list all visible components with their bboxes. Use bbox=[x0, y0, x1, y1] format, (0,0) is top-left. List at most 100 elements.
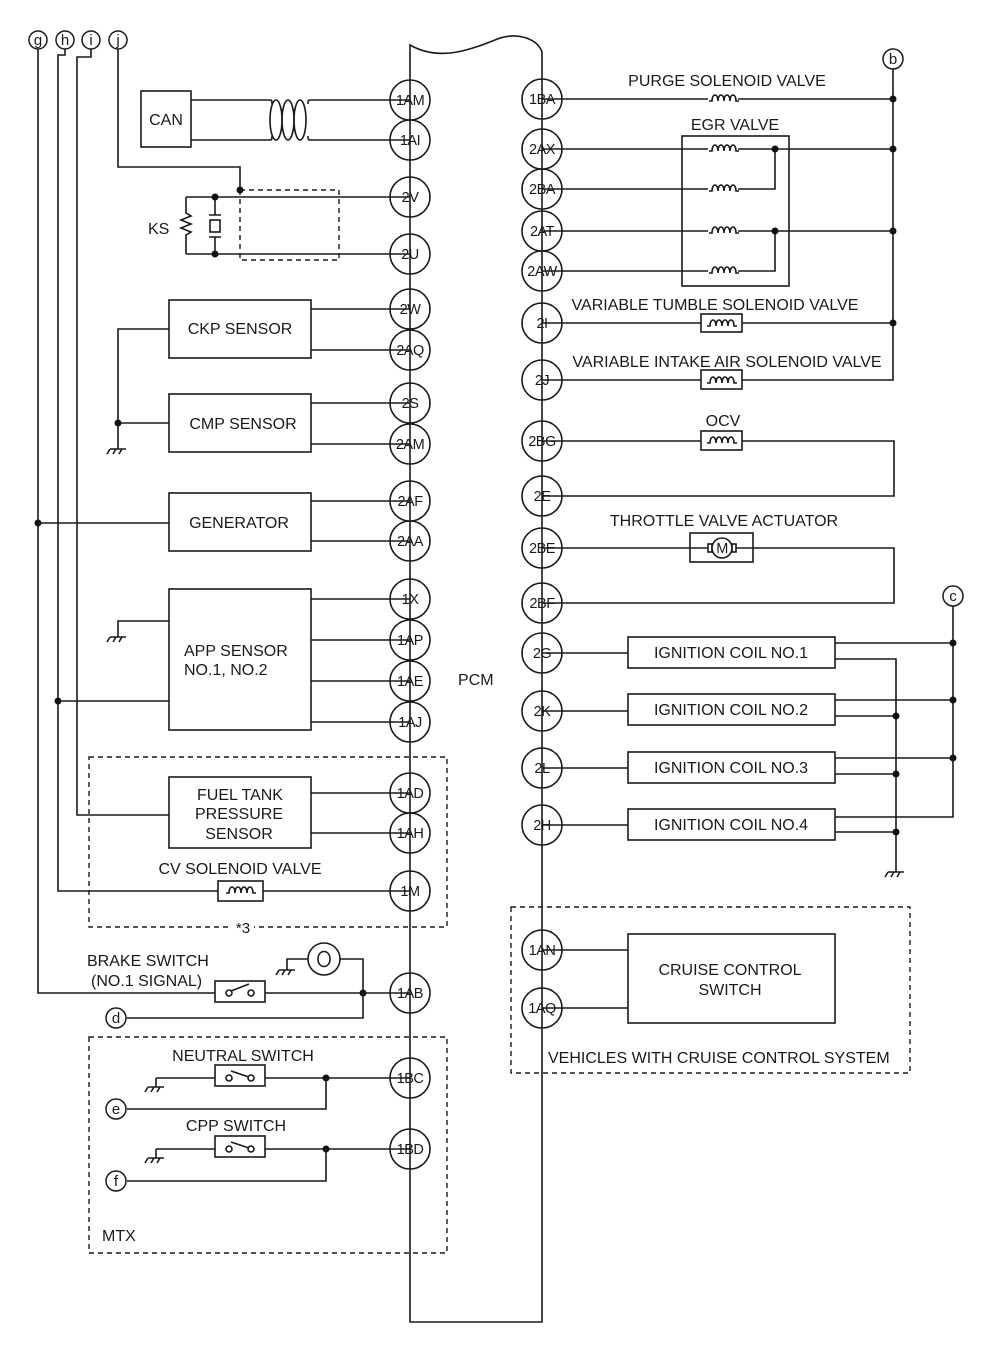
ignition-coil-4-label: IGNITION COIL NO.4 bbox=[654, 817, 808, 834]
group-3-note: *3 bbox=[236, 920, 250, 937]
wire-h bbox=[57, 49, 215, 892]
connector-label: 1AQ bbox=[528, 1001, 556, 1017]
cruise-label-2: SWITCH bbox=[698, 982, 761, 999]
connector-label: 2U bbox=[401, 247, 419, 263]
connector-label: 2AQ bbox=[396, 343, 424, 359]
intake-solenoid: VARIABLE INTAKE AIR SOLENOID VALVE bbox=[542, 354, 882, 390]
connector-label: 1AH bbox=[397, 826, 424, 842]
ref-tag-c-label: c bbox=[949, 588, 957, 605]
connector-label: 2BE bbox=[529, 541, 556, 557]
evap-group: *3 FUEL TANK PRESSURE SENSOR CV SOLENOID… bbox=[88, 756, 448, 937]
switch-icon bbox=[214, 1064, 266, 1087]
connector-label: 1X bbox=[402, 592, 420, 608]
connector-label: 1AD bbox=[397, 786, 424, 802]
ground-icon bbox=[144, 1086, 165, 1093]
connector-label: 2E bbox=[534, 489, 552, 505]
cmp-label: CMP SENSOR bbox=[189, 416, 296, 433]
brake-switch: BRAKE SWITCH (NO.1 SIGNAL) d bbox=[87, 942, 410, 1029]
ignition-coil-2: IGNITION COIL NO.2 bbox=[542, 693, 957, 726]
connector-label: 1AB bbox=[397, 986, 423, 1002]
mtx-label: MTX bbox=[102, 1228, 136, 1245]
switch-icon bbox=[214, 1135, 266, 1158]
cmp-sensor: CMP SENSOR bbox=[168, 393, 410, 453]
ignition-coil-1-label: IGNITION COIL NO.1 bbox=[654, 645, 808, 662]
connector-label: 2AA bbox=[397, 534, 424, 550]
ground-icon bbox=[275, 969, 296, 976]
ref-tag-b-label: b bbox=[889, 51, 897, 68]
twisted-pair-icon bbox=[267, 99, 313, 141]
ref-tag-g-label: g bbox=[34, 32, 42, 49]
can-label: CAN bbox=[149, 112, 183, 129]
wire-i bbox=[76, 49, 170, 816]
ignition-coil-1: IGNITION COIL NO.1 bbox=[542, 636, 957, 669]
connector-label: 2AM bbox=[396, 437, 424, 453]
egr-valve: EGR VALVE bbox=[542, 117, 893, 287]
connector-label: 1AP bbox=[397, 633, 423, 649]
connector-label: 2AX bbox=[529, 142, 556, 158]
connector-label: 1BA bbox=[529, 92, 556, 108]
throttle-actuator: THROTTLE VALVE ACTUATOR M bbox=[542, 513, 895, 604]
connector-label: 2AF bbox=[397, 494, 423, 510]
ignition-coil-3: IGNITION COIL NO.3 bbox=[542, 751, 957, 784]
resistor-icon bbox=[178, 197, 194, 254]
ref-tag-e-label: e bbox=[112, 1101, 120, 1118]
connector-label: 1BD bbox=[397, 1142, 424, 1158]
ref-tag-j-label: j bbox=[115, 32, 119, 49]
ground-icon bbox=[884, 871, 905, 878]
app-label-1: APP SENSOR bbox=[184, 643, 288, 660]
cv-solenoid-label: CV SOLENOID VALVE bbox=[158, 861, 321, 878]
ignition-coil-4: IGNITION COIL NO.4 bbox=[542, 808, 900, 841]
neutral-switch-label: NEUTRAL SWITCH bbox=[172, 1048, 314, 1065]
connector-label: 2BG bbox=[528, 434, 556, 450]
pcm-label: PCM bbox=[458, 672, 494, 689]
ignition-coils: c IGNITION COIL NO.1 IGNITION COIL NO.2 … bbox=[542, 585, 964, 878]
throttle-label: THROTTLE VALVE ACTUATOR bbox=[610, 513, 838, 530]
cruise-label-1: CRUISE CONTROL bbox=[658, 962, 801, 979]
connector-label: 2BA bbox=[529, 182, 556, 198]
solenoid-coil-icon bbox=[708, 266, 740, 274]
app-sensor: APP SENSOR NO.1, NO.2 bbox=[106, 588, 410, 731]
ref-tag-i-label: i bbox=[89, 32, 92, 49]
ground-icon bbox=[144, 1157, 165, 1164]
motor-label: M bbox=[716, 541, 728, 557]
ground-icon bbox=[106, 448, 127, 455]
ref-tag-h-label: h bbox=[61, 32, 69, 49]
connector-label: 2W bbox=[400, 302, 422, 318]
connector-label: 1M bbox=[400, 884, 419, 900]
cruise-group-label: VEHICLES WITH CRUISE CONTROL SYSTEM bbox=[548, 1050, 890, 1067]
intake-label: VARIABLE INTAKE AIR SOLENOID VALVE bbox=[572, 354, 881, 371]
connector-label: 2J bbox=[535, 373, 550, 389]
ground-icon bbox=[106, 636, 127, 643]
ks-label: KS bbox=[148, 221, 169, 238]
shield-box bbox=[239, 189, 340, 261]
mtx-box bbox=[88, 1036, 448, 1254]
tumble-solenoid: VARIABLE TUMBLE SOLENOID VALVE bbox=[542, 297, 893, 333]
egr-label: EGR VALVE bbox=[691, 117, 779, 134]
generator-label: GENERATOR bbox=[189, 515, 289, 532]
connector-label: 2V bbox=[402, 190, 420, 206]
ckp-label: CKP SENSOR bbox=[188, 321, 293, 338]
tumble-label: VARIABLE TUMBLE SOLENOID VALVE bbox=[572, 297, 859, 314]
connector-label: 2K bbox=[534, 704, 552, 720]
connector-label: 1AI bbox=[400, 133, 420, 149]
switch-icon bbox=[214, 980, 266, 1003]
brake-switch-label-1: BRAKE SWITCH bbox=[87, 953, 209, 970]
brake-lamp-icon bbox=[307, 942, 341, 976]
ref-tag-d-label: d bbox=[112, 1010, 120, 1027]
ocv-label: OCV bbox=[706, 413, 741, 430]
purge-solenoid: PURGE SOLENOID VALVE bbox=[542, 73, 893, 102]
connector-label: 1AM bbox=[396, 93, 424, 109]
cpp-switch-label: CPP SWITCH bbox=[186, 1118, 286, 1135]
connector-label: 1BC bbox=[397, 1071, 424, 1087]
connector-label: 2H bbox=[533, 818, 551, 834]
pcm-wiring-diagram: PCM g h i j CAN KS CKP SENSOR CMP SENSOR… bbox=[28, 30, 964, 1323]
ref-tags-left: g h i j bbox=[28, 30, 128, 50]
mtx-group: MTX NEUTRAL SWITCH e CPP SWITCH f bbox=[88, 1036, 448, 1254]
connector-label: 2L bbox=[534, 761, 550, 777]
ignition-coil-3-label: IGNITION COIL NO.3 bbox=[654, 760, 808, 777]
connector-label: 1AJ bbox=[398, 715, 422, 731]
can-block: CAN bbox=[140, 90, 410, 148]
connector-label: 1AE bbox=[397, 674, 424, 690]
pcm-connectors: 1AM 1AI 2V 2U 2W 2AQ 2S 2AM 2AF 2AA 1X 1AP 1AE 1AJ 1AD… bbox=[389, 78, 563, 1170]
connector-label: 2I bbox=[536, 316, 547, 332]
